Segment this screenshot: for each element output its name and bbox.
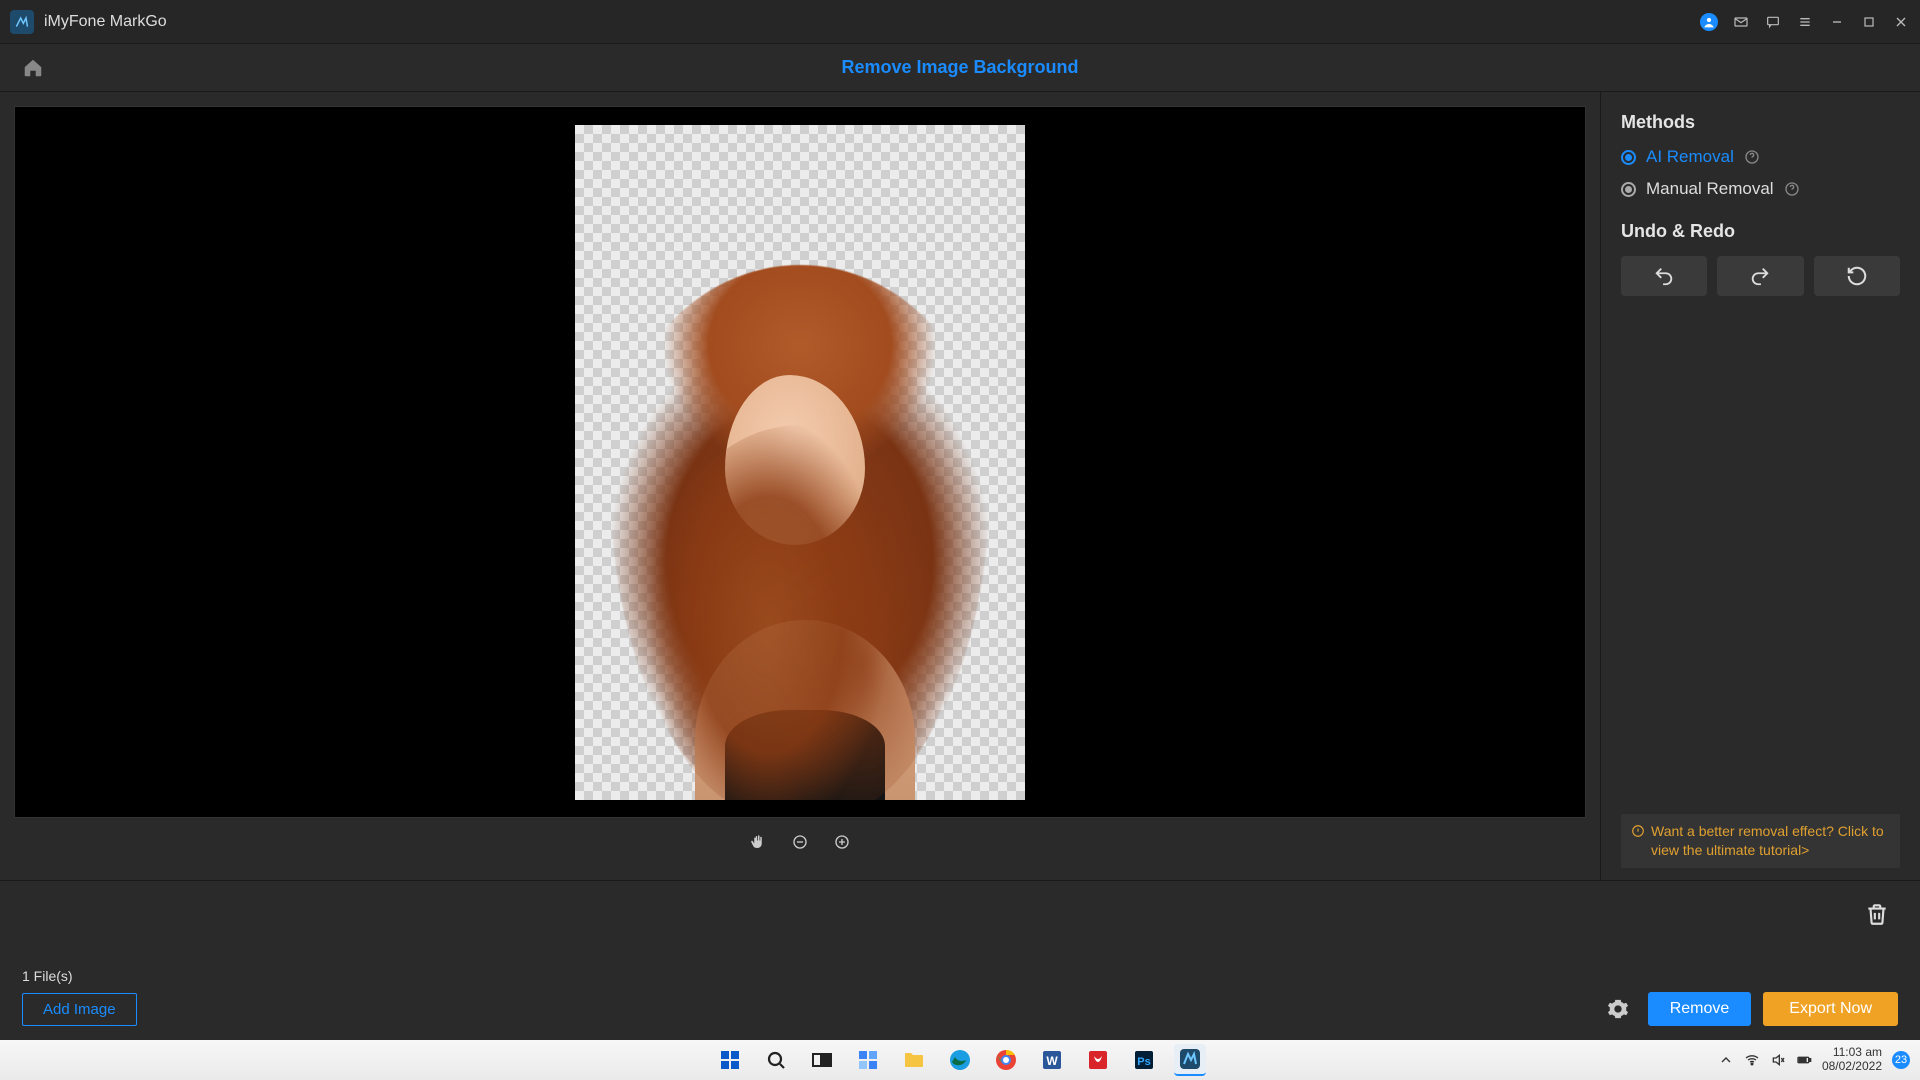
feedback-icon[interactable] <box>1764 13 1782 31</box>
file-explorer-icon[interactable] <box>898 1044 930 1076</box>
page-title: Remove Image Background <box>20 57 1900 78</box>
word-icon[interactable]: W <box>1036 1044 1068 1076</box>
taskbar-center: W Ps <box>714 1044 1206 1076</box>
delete-icon[interactable] <box>1864 901 1892 929</box>
system-tray: 11:03 am 08/02/2022 23 <box>1718 1040 1910 1080</box>
windows-taskbar: W Ps 11:03 am 08/02/2022 23 <box>0 1040 1920 1080</box>
undo-button[interactable] <box>1621 256 1707 296</box>
radio-selected-icon <box>1621 150 1636 165</box>
tutorial-tip[interactable]: Want a better removal effect? Click to v… <box>1621 814 1900 868</box>
pan-hand-icon[interactable] <box>748 832 768 852</box>
edge-icon[interactable] <box>944 1044 976 1076</box>
notification-badge[interactable]: 23 <box>1892 1051 1910 1069</box>
export-now-button[interactable]: Export Now <box>1763 992 1898 1026</box>
application-window: iMyFone MarkGo <box>0 0 1920 1040</box>
method-ai-label: AI Removal <box>1646 147 1734 167</box>
battery-icon[interactable] <box>1796 1052 1812 1068</box>
canvas-tools <box>14 818 1586 866</box>
redo-button[interactable] <box>1717 256 1803 296</box>
volume-muted-icon[interactable] <box>1770 1052 1786 1068</box>
image-preview <box>575 125 1025 800</box>
user-account-icon[interactable] <box>1700 13 1718 31</box>
tray-chevron-icon[interactable] <box>1718 1052 1734 1068</box>
start-icon[interactable] <box>714 1044 746 1076</box>
photoshop-icon[interactable]: Ps <box>1128 1044 1160 1076</box>
bottom-strip: 1 File(s) Add Image Remove Export Now <box>0 880 1920 1040</box>
tray-date: 08/02/2022 <box>1822 1060 1882 1074</box>
right-panel: Methods AI Removal Manual Removal Undo &… <box>1600 92 1920 880</box>
chrome-icon[interactable] <box>990 1044 1022 1076</box>
app-logo-icon <box>10 10 34 34</box>
add-image-button[interactable]: Add Image <box>22 993 137 1026</box>
sub-header: Remove Image Background <box>0 44 1920 92</box>
maximize-icon[interactable] <box>1860 13 1878 31</box>
help-icon[interactable] <box>1744 149 1760 165</box>
zoom-in-icon[interactable] <box>832 832 852 852</box>
settings-icon[interactable] <box>1606 997 1630 1021</box>
file-count: 1 File(s) <box>22 968 1898 984</box>
main-area: Methods AI Removal Manual Removal Undo &… <box>0 92 1920 880</box>
methods-heading: Methods <box>1621 112 1900 133</box>
bottom-actions: Add Image Remove Export Now <box>22 992 1898 1026</box>
undo-redo-heading: Undo & Redo <box>1621 221 1900 242</box>
svg-text:Ps: Ps <box>1137 1056 1150 1068</box>
radio-unselected-icon <box>1621 182 1636 197</box>
help-icon[interactable] <box>1784 181 1800 197</box>
menu-icon[interactable] <box>1796 13 1814 31</box>
app-title: iMyFone MarkGo <box>44 13 167 31</box>
canvas-column <box>0 92 1600 880</box>
minimize-icon[interactable] <box>1828 13 1846 31</box>
undo-redo-row <box>1621 256 1900 296</box>
remove-button[interactable]: Remove <box>1648 992 1752 1026</box>
widgets-icon[interactable] <box>852 1044 884 1076</box>
method-ai-removal[interactable]: AI Removal <box>1621 147 1900 167</box>
title-bar: iMyFone MarkGo <box>0 0 1920 44</box>
tray-clock[interactable]: 11:03 am 08/02/2022 <box>1822 1046 1882 1074</box>
mail-icon[interactable] <box>1732 13 1750 31</box>
acrobat-icon[interactable] <box>1082 1044 1114 1076</box>
tip-text: Want a better removal effect? Click to v… <box>1651 822 1890 860</box>
search-icon[interactable] <box>760 1044 792 1076</box>
reset-button[interactable] <box>1814 256 1900 296</box>
tray-time: 11:03 am <box>1822 1046 1882 1060</box>
canvas[interactable] <box>14 106 1586 818</box>
close-icon[interactable] <box>1892 13 1910 31</box>
method-manual-removal[interactable]: Manual Removal <box>1621 179 1900 199</box>
zoom-out-icon[interactable] <box>790 832 810 852</box>
markgo-taskbar-icon[interactable] <box>1174 1044 1206 1076</box>
method-manual-label: Manual Removal <box>1646 179 1774 199</box>
titlebar-actions <box>1700 13 1910 31</box>
task-view-icon[interactable] <box>806 1044 838 1076</box>
wifi-icon[interactable] <box>1744 1052 1760 1068</box>
svg-text:W: W <box>1046 1054 1058 1068</box>
